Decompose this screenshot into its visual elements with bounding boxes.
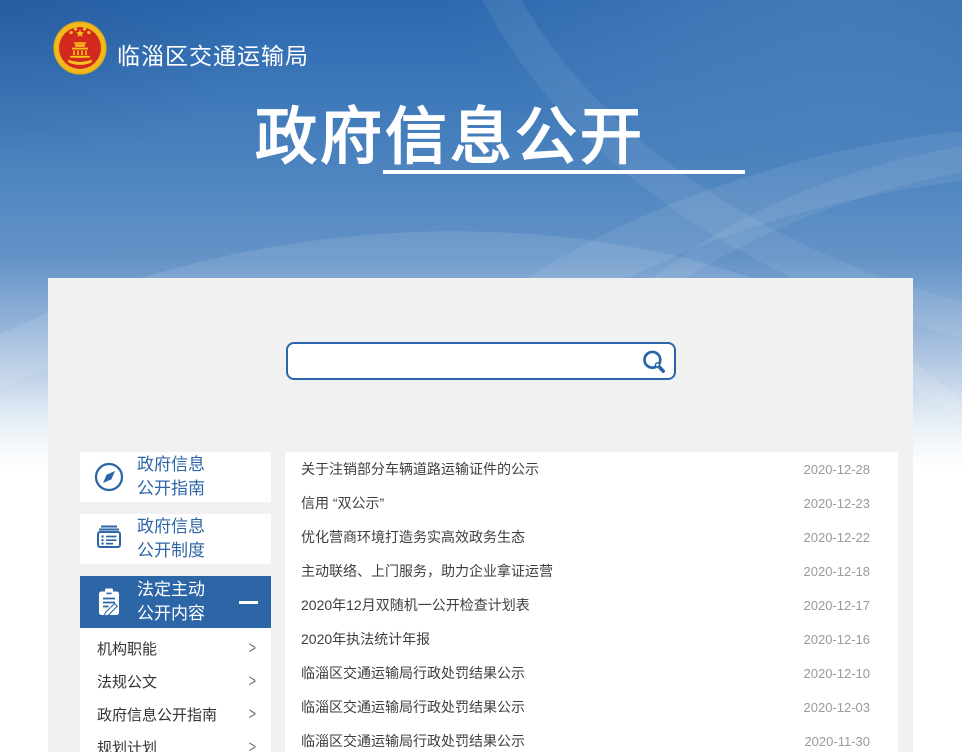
compass-icon — [92, 460, 126, 494]
submenu-item-label: 机构职能 — [97, 638, 157, 659]
search-box — [286, 342, 676, 380]
submenu-item-gov-info-guide[interactable]: 政府信息公开指南 > — [80, 698, 271, 731]
submenu-item-plans[interactable]: 规划计划 > — [80, 731, 271, 752]
title-underline — [383, 170, 745, 174]
content-panel: 政府信息 公开指南 政府信息 公开制度 — [48, 278, 913, 752]
news-title-link[interactable]: 2020年执法统计年报 — [301, 629, 430, 649]
news-title-link[interactable]: 2020年12月双随机一公开检查计划表 — [301, 595, 530, 615]
news-date: 2020-12-03 — [792, 700, 871, 715]
sidebar-item-statutory-disclosure[interactable]: 法定主动 公开内容 — [80, 576, 271, 628]
news-title-link[interactable]: 临淄区交通运输局行政处罚结果公示 — [301, 731, 525, 751]
news-row[interactable]: 2020年12月双随机一公开检查计划表 2020-12-17 — [285, 588, 898, 622]
sidebar-item-label: 政府信息 — [137, 453, 205, 477]
submenu-item-label: 规划计划 — [97, 737, 157, 752]
submenu-item-label: 法规公文 — [97, 671, 157, 692]
news-title-link[interactable]: 主动联络、上门服务，助力企业拿证运营 — [301, 561, 553, 581]
news-list: 关于注销部分车辆道路运输证件的公示 2020-12-28 信用 “双公示” 20… — [285, 452, 898, 752]
book-icon — [92, 522, 126, 556]
page-title: 政府信息公开 — [0, 86, 900, 176]
news-row[interactable]: 临淄区交通运输局行政处罚结果公示 2020-11-30 — [285, 724, 898, 752]
sidebar-submenu: 机构职能 > 法规公文 > 政府信息公开指南 > 规划计划 > — [80, 628, 271, 752]
news-title-link[interactable]: 关于注销部分车辆道路运输证件的公示 — [301, 459, 539, 479]
national-emblem-icon — [52, 20, 108, 76]
news-date: 2020-11-30 — [792, 734, 870, 749]
news-title-link[interactable]: 信用 “双公示” — [301, 493, 384, 513]
news-date: 2020-12-28 — [792, 462, 871, 477]
news-row[interactable]: 主动联络、上门服务，助力企业拿证运营 2020-12-18 — [285, 554, 898, 588]
news-row[interactable]: 信用 “双公示” 2020-12-23 — [285, 486, 898, 520]
news-title-link[interactable]: 临淄区交通运输局行政处罚结果公示 — [301, 663, 525, 683]
news-row[interactable]: 临淄区交通运输局行政处罚结果公示 2020-12-10 — [285, 656, 898, 690]
news-date: 2020-12-18 — [792, 564, 871, 579]
sidebar: 政府信息 公开指南 政府信息 公开制度 — [80, 452, 271, 752]
sidebar-item-label: 法定主动 — [137, 578, 205, 602]
news-date: 2020-12-17 — [792, 598, 871, 613]
sidebar-item-label: 公开制度 — [137, 539, 205, 563]
chevron-right-icon: > — [249, 738, 256, 752]
news-date: 2020-12-10 — [792, 666, 871, 681]
news-row[interactable]: 优化营商环境打造务实高效政务生态 2020-12-22 — [285, 520, 898, 554]
news-title-link[interactable]: 临淄区交通运输局行政处罚结果公示 — [301, 697, 525, 717]
news-row[interactable]: 临淄区交通运输局行政处罚结果公示 2020-12-03 — [285, 690, 898, 724]
news-row[interactable]: 2020年执法统计年报 2020-12-16 — [285, 622, 898, 656]
submenu-item-org-functions[interactable]: 机构职能 > — [80, 632, 271, 665]
search-button[interactable] — [640, 348, 674, 375]
news-date: 2020-12-22 — [792, 530, 871, 545]
sidebar-item-gov-info-system[interactable]: 政府信息 公开制度 — [80, 514, 271, 564]
submenu-item-regulations[interactable]: 法规公文 > — [80, 665, 271, 698]
news-date: 2020-12-16 — [792, 632, 871, 647]
sidebar-item-label: 公开内容 — [137, 602, 205, 626]
news-date: 2020-12-23 — [792, 496, 871, 511]
news-title-link[interactable]: 优化营商环境打造务实高效政务生态 — [301, 527, 525, 547]
sidebar-item-label: 政府信息 — [137, 515, 205, 539]
bureau-name: 临淄区交通运输局 — [117, 37, 309, 71]
sidebar-item-gov-info-guide[interactable]: 政府信息 公开指南 — [80, 452, 271, 502]
chevron-right-icon: > — [249, 705, 256, 725]
news-row[interactable]: 关于注销部分车辆道路运输证件的公示 2020-12-28 — [285, 452, 898, 486]
chevron-right-icon: > — [249, 672, 256, 692]
clipboard-pencil-icon — [92, 585, 126, 619]
chevron-right-icon: > — [249, 639, 256, 659]
search-input[interactable] — [298, 346, 640, 376]
site-brand: 临淄区交通运输局 — [52, 20, 309, 76]
search-icon — [640, 348, 667, 375]
submenu-item-label: 政府信息公开指南 — [97, 704, 217, 725]
collapse-minus-icon[interactable] — [239, 601, 258, 604]
sidebar-item-label: 公开指南 — [137, 477, 205, 501]
